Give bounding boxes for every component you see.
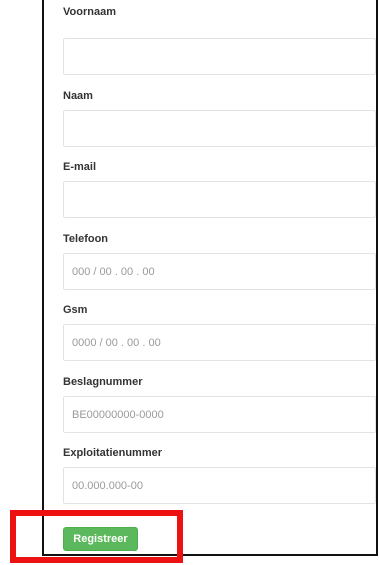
herd-number-input[interactable] — [63, 396, 376, 433]
phone-label: Telefoon — [63, 233, 109, 245]
herd-number-label: Beslagnummer — [63, 376, 143, 388]
exploitation-number-label: Exploitatienummer — [63, 447, 163, 459]
first-name-label: Voornaam — [63, 6, 116, 18]
registration-page: Voornaam Naam E-mail Telefoon Gsm Beslag… — [0, 0, 380, 565]
mobile-input[interactable] — [63, 324, 376, 361]
phone-input[interactable] — [63, 253, 376, 290]
email-input[interactable] — [63, 181, 376, 218]
mobile-label: Gsm — [63, 304, 88, 316]
exploitation-number-input[interactable] — [63, 467, 376, 504]
email-label: E-mail — [63, 161, 97, 173]
register-button[interactable]: Registreer — [63, 527, 138, 551]
last-name-input[interactable] — [63, 110, 376, 147]
last-name-label: Naam — [63, 90, 93, 102]
first-name-input[interactable] — [63, 38, 376, 75]
